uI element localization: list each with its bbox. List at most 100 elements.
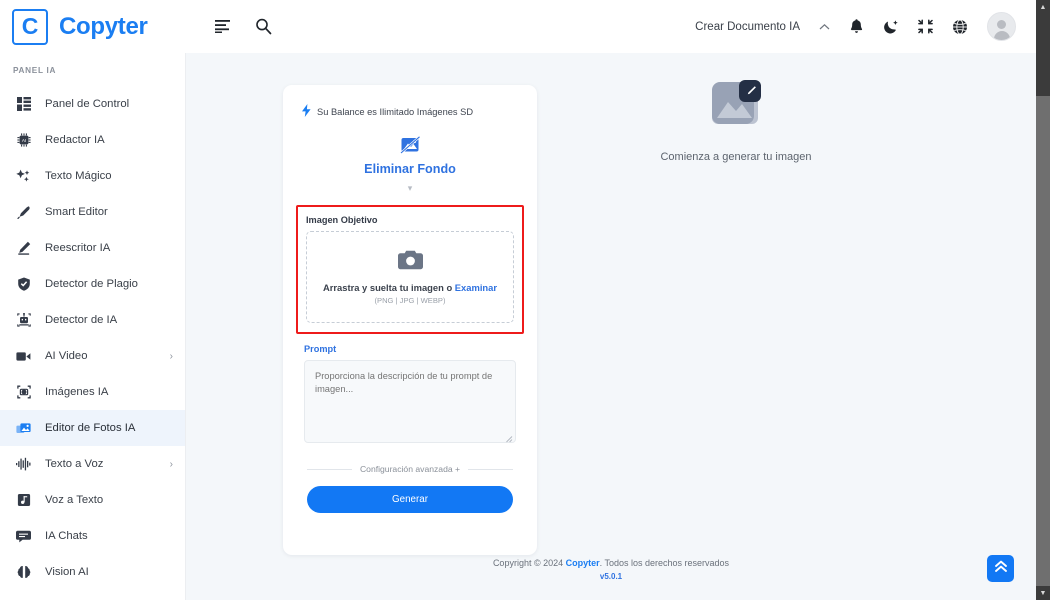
menu-lines-icon[interactable] <box>215 19 232 34</box>
video-camera-icon <box>13 351 34 362</box>
create-document-button[interactable]: Crear Documento IA <box>695 21 800 33</box>
image-dropzone[interactable]: Arrastra y suelta tu imagen o Examinar (… <box>306 231 514 323</box>
bell-icon[interactable] <box>849 18 864 35</box>
sidebar-section-label: PANEL IA <box>13 66 57 75</box>
sparkles-icon <box>13 169 34 183</box>
photo-edit-icon <box>13 422 34 435</box>
chevron-right-icon: › <box>169 458 173 470</box>
sidebar-item-ai-video[interactable]: AI Video › <box>0 338 185 374</box>
chevron-down-icon[interactable]: ▾ <box>408 183 413 194</box>
sidebar-item-texto-magico[interactable]: Texto Mágico <box>0 158 185 194</box>
globe-icon[interactable] <box>952 19 968 35</box>
copyter-logo-icon: C <box>12 8 48 45</box>
header-right-controls: Crear Documento IA <box>695 12 1036 41</box>
active-tool[interactable]: Eliminar Fondo ▾ <box>283 135 537 194</box>
ai-chip-icon: AI <box>13 133 34 147</box>
divider-right <box>468 468 513 470</box>
sidebar-item-detector-de-ia[interactable]: Detector de IA <box>0 302 185 338</box>
logo-letter: C <box>21 13 39 39</box>
brand[interactable]: C Copyter <box>0 8 190 45</box>
compress-icon[interactable] <box>918 19 933 34</box>
sidebar-item-detector-de-plagio[interactable]: Detector de Plagio <box>0 266 185 302</box>
sidebar-item-panel-de-control[interactable]: Panel de Control <box>0 86 185 122</box>
sidebar-item-vision-ai[interactable]: Vision AI <box>0 554 185 590</box>
browse-link[interactable]: Examinar <box>455 282 497 293</box>
browser-scrollbar[interactable]: ▲ ▼ <box>1036 0 1050 600</box>
moon-icon[interactable] <box>883 19 899 35</box>
scroll-to-top-button[interactable] <box>987 555 1014 582</box>
brain-icon <box>13 565 34 579</box>
avatar[interactable] <box>987 12 1016 41</box>
top-header: C Copyter Crear Documento IA <box>0 0 1036 53</box>
prompt-textarea-wrap <box>304 360 516 448</box>
sidebar-item-redactor-ia[interactable]: AI Redactor IA <box>0 122 185 158</box>
tool-name: Eliminar Fondo <box>364 162 456 176</box>
chevron-right-icon: › <box>169 350 173 362</box>
sidebar-item-label: Texto Mágico <box>45 170 112 182</box>
pencil-edit-icon <box>13 241 34 255</box>
target-image-highlight: Imagen Objetivo Arrastra y suelta tu ima… <box>296 205 524 334</box>
image-remove-background-icon <box>399 135 421 160</box>
sidebar-item-label: Panel de Control <box>45 98 130 110</box>
sidebar-item-voz-a-texto[interactable]: Voz a Texto <box>0 482 185 518</box>
footer-version: v5.0.1 <box>599 572 623 581</box>
sidebar-item-reescritor-ia[interactable]: Reescritor IA <box>0 230 185 266</box>
sidebar-item-label: Texto a Voz <box>45 458 104 470</box>
sidebar-item-texto-a-voz[interactable]: Texto a Voz › <box>0 446 185 482</box>
dropzone-text: Arrastra y suelta tu imagen o Examinar <box>323 282 497 293</box>
scrollbar-thumb[interactable] <box>1036 14 1050 96</box>
chevron-up-icon[interactable] <box>819 23 830 31</box>
image-edit-placeholder-icon <box>708 78 764 135</box>
sidebar: PANEL IA Panel de Control AI Redactor IA… <box>0 53 186 600</box>
preview-placeholder: Comienza a generar tu imagen <box>581 78 891 163</box>
sidebar-item-editor-de-fotos-ia[interactable]: Editor de Fotos IA <box>0 410 185 446</box>
footer-brand[interactable]: Copyter <box>566 558 600 568</box>
avatar-glyph <box>993 13 1010 40</box>
search-icon[interactable] <box>255 18 272 35</box>
app-root: C Copyter Crear Documento IA PANEL IA Pa… <box>0 0 1050 600</box>
scrollbar-track[interactable] <box>1036 14 1050 586</box>
camera-icon <box>397 250 423 275</box>
sidebar-item-label: Smart Editor <box>45 206 108 218</box>
advanced-settings-row[interactable]: Configuración avanzada + <box>283 448 537 474</box>
generate-button[interactable]: Generar <box>307 486 513 513</box>
sidebar-item-label: AI Video <box>45 350 88 362</box>
robot-scan-icon <box>13 313 34 327</box>
divider-left <box>307 468 352 470</box>
sidebar-item-smart-editor[interactable]: Smart Editor <box>0 194 185 230</box>
generator-card: Su Balance es Ilimitado Imágenes SD Elim… <box>283 85 537 555</box>
advanced-settings-label[interactable]: Configuración avanzada + <box>360 464 460 474</box>
double-chevron-up-icon <box>994 560 1008 578</box>
main-content: Su Balance es Ilimitado Imágenes SD Elim… <box>186 53 1036 600</box>
prompt-input[interactable] <box>304 360 516 443</box>
lightning-bolt-icon <box>302 104 311 119</box>
sidebar-item-label: Detector de IA <box>45 314 118 326</box>
sidebar-item-label: Redactor IA <box>45 134 105 146</box>
chat-bubble-icon <box>13 530 34 543</box>
dropzone-main-text: Arrastra y suelta tu imagen o <box>322 281 453 293</box>
camera-frame-icon <box>13 385 34 399</box>
header-left-icons <box>215 18 272 35</box>
scrollbar-down-arrow[interactable]: ▼ <box>1036 586 1050 600</box>
balance-text: Su Balance es Ilimitado Imágenes SD <box>317 106 474 117</box>
sidebar-item-ia-chats[interactable]: IA Chats <box>0 518 185 554</box>
sidebar-item-label: IA Chats <box>45 530 88 542</box>
balance-row: Su Balance es Ilimitado Imágenes SD <box>283 85 537 119</box>
sidebar-item-label: Imágenes IA <box>45 386 109 398</box>
preview-text: Comienza a generar tu imagen <box>660 151 812 163</box>
shield-check-icon <box>13 277 34 291</box>
sidebar-item-label: Reescritor IA <box>45 242 111 254</box>
svg-text:AI: AI <box>21 138 25 143</box>
sidebar-item-label: Editor de Fotos IA <box>45 422 136 434</box>
sidebar-item-label: Detector de Plagio <box>45 278 138 290</box>
footer: Copyright © 2024 Copyter. Todos los dere… <box>186 558 1036 581</box>
waveform-icon <box>13 457 34 471</box>
sidebar-item-label: Vision AI <box>45 566 89 578</box>
music-note-icon <box>13 493 34 507</box>
sidebar-item-label: Voz a Texto <box>45 494 104 506</box>
sidebar-item-imagenes-ia[interactable]: Imágenes IA <box>0 374 185 410</box>
target-image-label: Imagen Objetivo <box>306 215 378 225</box>
scrollbar-up-arrow[interactable]: ▲ <box>1036 0 1050 14</box>
pen-icon <box>13 205 34 219</box>
dashboard-icon <box>13 97 34 111</box>
